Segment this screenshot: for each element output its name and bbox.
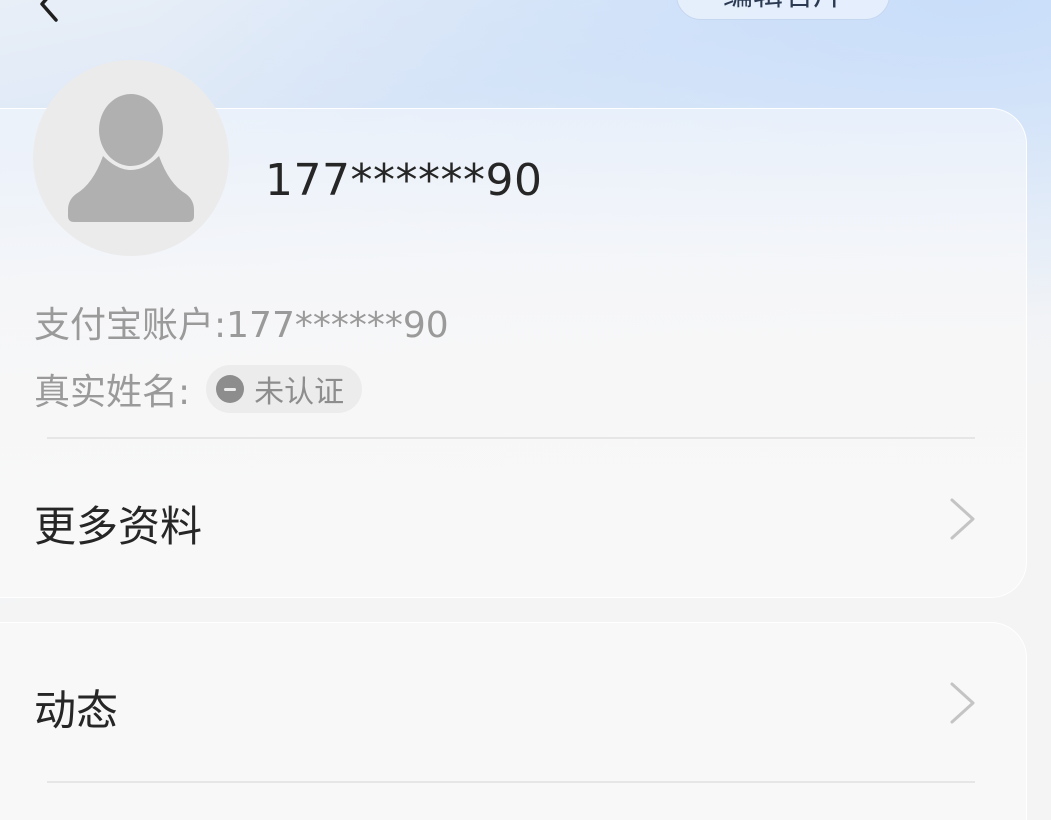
- real-name-row: 真实姓名: 未认证: [34, 365, 363, 413]
- feed-card: 动态: [0, 622, 1027, 820]
- chevron-left-icon: [30, 0, 66, 22]
- alipay-account: 支付宝账户:177******90: [34, 305, 449, 346]
- real-name-label: 真实姓名:: [34, 372, 191, 413]
- divider: [47, 437, 975, 439]
- more-info-label: 更多资料: [34, 502, 203, 551]
- chevron-right-icon: [948, 497, 978, 541]
- back-button[interactable]: [30, 0, 66, 22]
- moments-row[interactable]: 动态: [0, 623, 1027, 773]
- avatar[interactable]: [33, 60, 229, 256]
- minus-circle-icon: [216, 375, 245, 403]
- display-name: 177******90: [265, 155, 543, 206]
- verify-status-badge[interactable]: 未认证: [206, 365, 363, 413]
- chevron-right-icon: [948, 681, 978, 725]
- more-info-row[interactable]: 更多资料: [0, 449, 1027, 589]
- divider: [47, 781, 975, 783]
- verify-status-text: 未认证: [254, 375, 345, 410]
- moments-label: 动态: [34, 686, 119, 735]
- edit-card-button[interactable]: 编辑名片: [676, 0, 890, 20]
